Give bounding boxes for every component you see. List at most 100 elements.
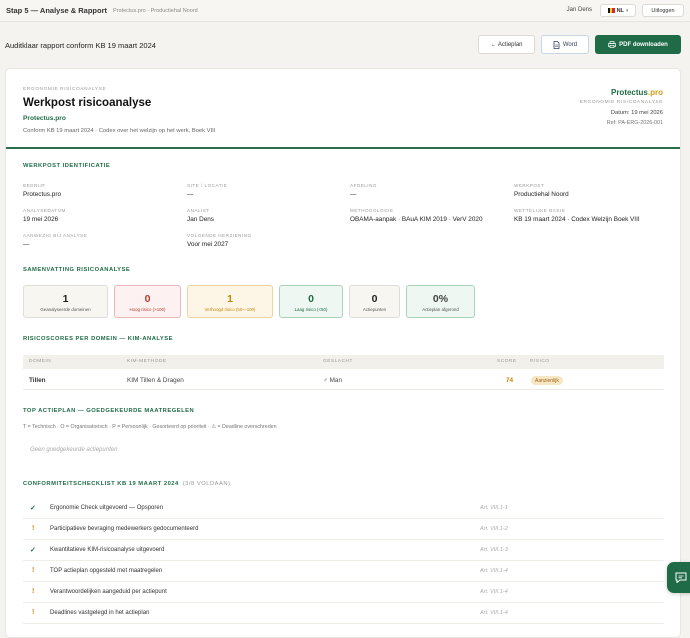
user-name: Jan Dens: [566, 7, 592, 13]
summary-value: 0: [144, 293, 151, 305]
belgium-flag-icon: [607, 8, 615, 13]
report-card: ERGONOMIE RISICOANALYSE Werkpost risicoa…: [5, 68, 681, 638]
summary-box-high-risk: 0 Hoog risico (>100): [114, 285, 181, 318]
field-value: Jan Dens: [187, 216, 214, 223]
field-label: VOLGENDE HERZIENING: [187, 233, 252, 238]
word-export-button[interactable]: Word: [541, 35, 589, 54]
checklist-article: Art. VIII.1-4: [480, 568, 508, 574]
logout-button[interactable]: Uitloggen: [642, 4, 684, 17]
summary-box-actionplan-done: 0% Actieplan afgerond: [406, 285, 475, 318]
step-title: Stap 5 — Analyse & Rapport: [6, 6, 107, 15]
section-checklist: CONFORMITEITSCHECKLIST KB 19 MAART 2024(…: [23, 481, 231, 487]
column-header: SCORE: [497, 359, 517, 364]
column-header: RISICO: [530, 359, 550, 364]
report-kicker: ERGONOMIE RISICOANALYSE: [23, 87, 107, 92]
language-label: NL: [616, 7, 624, 14]
section-identification: WERKPOST IDENTIFICATIE: [23, 163, 111, 169]
section-action-plan: TOP ACTIEPLAN — GOEDGEKEURDE MAATREGELEN: [23, 408, 195, 414]
checklist-item: ! Deadlines vastgelegd in het actieplan …: [23, 603, 664, 624]
report-brand: Protectus.pro: [23, 115, 66, 122]
cell-gender: ♂ Man: [323, 377, 343, 384]
field-label: SITE / LOCATIE: [187, 183, 228, 188]
document-icon: [553, 40, 560, 49]
word-label: Word: [562, 41, 578, 48]
pdf-download-button[interactable]: PDF downloaden: [595, 35, 681, 54]
summary-label: Geanalyseerde domeinen: [40, 307, 91, 312]
checklist-article: Art. VIII.1-1: [480, 505, 508, 511]
field-value: Productiehal Noord: [514, 191, 569, 198]
checklist-item: ! TOP actieplan opgesteld met maatregele…: [23, 561, 664, 582]
field-value: Voor mei 2027: [187, 241, 229, 248]
field-label: WETTELIJKE BASIS: [514, 208, 566, 213]
chat-button[interactable]: [667, 562, 690, 593]
summary-label: Hoog risico (>100): [129, 307, 166, 312]
field-label: BEDRIJF: [23, 183, 46, 188]
column-header: KIM-METHODE: [127, 359, 167, 364]
field-value: 19 mei 2026: [23, 216, 59, 223]
summary-label: Laag risico (<50): [294, 307, 328, 312]
summary-value: 1: [62, 293, 69, 305]
field-value: KB 19 maart 2024 · Codex Welzijn Boek VI…: [514, 216, 640, 223]
summary-box-elevated-risk: 1 Verhoogd risico (50—100): [187, 285, 273, 318]
language-selector[interactable]: NL ▾: [600, 4, 636, 17]
warning-icon: !: [32, 588, 35, 595]
empty-action-plan: Geen goedgekeurde actiepunten: [30, 447, 118, 453]
field-label: WERKPOST: [514, 183, 545, 188]
report-reference: Ref: PA-ERG-2026-001: [606, 120, 663, 126]
cell-score: 74: [506, 377, 514, 384]
scores-table-header: DOMEIN KIM-METHODE GESLACHT SCORE RISICO: [23, 355, 664, 369]
report-subtitle: Conform KB 19 maart 2024 · Codex over he…: [23, 128, 216, 134]
summary-label: Verhoogd risico (50—100): [204, 307, 256, 312]
summary-value: 1: [227, 293, 233, 305]
checklist-item: ! Participatieve bevraging medewerkers g…: [23, 519, 664, 540]
summary-box-low-risk: 0 Laag risico (<50): [279, 285, 343, 318]
report-title: Werkpost risicoanalyse: [23, 97, 152, 109]
cell-method: KIM Tillen & Dragen: [127, 377, 184, 384]
field-label: AANWEZIG BIJ ANALYSE: [23, 233, 88, 238]
check-icon: ✓: [30, 505, 36, 512]
step-subtitle: Protectus.pro · Productiehal Noord: [113, 7, 198, 14]
checklist-item: ! Verantwoordelijken aangeduid per actie…: [23, 582, 664, 603]
checklist-article: Art. VIII.1-2: [480, 526, 508, 532]
field-value: —: [350, 191, 357, 198]
pdf-label: PDF downloaden: [619, 41, 668, 48]
chevron-down-icon: ▾: [625, 7, 629, 14]
checklist-article: Art. VIII.1-4: [480, 610, 508, 616]
column-header: GESLACHT: [323, 359, 353, 364]
field-value: —: [23, 241, 30, 248]
checklist-label: Participatieve bevraging medewerkers ged…: [50, 526, 199, 532]
top-bar: Stap 5 — Analyse & Rapport Protectus.pro…: [0, 0, 690, 22]
checklist-label: Kwantitatieve KIM-risicoanalyse uitgevoe…: [50, 547, 165, 553]
summary-label: Actieplan afgerond: [422, 307, 459, 312]
summary-box-actions: 0 Actiepunten: [349, 285, 400, 318]
brand-kicker: ERGONOMIE RISICOANALYSE: [579, 100, 663, 105]
field-value: Protectus.pro: [23, 191, 62, 198]
printer-icon: [608, 41, 617, 48]
brand-logo: Protectus.pro: [610, 88, 663, 97]
summary-label: Actiepunten: [362, 307, 387, 312]
check-icon: ✓: [30, 547, 36, 554]
checklist-article: Art. VIII.1-3: [480, 547, 508, 553]
field-value: OBAMA-aanpak · BAuA KIM 2019 · VerV 2020: [350, 216, 483, 223]
checklist-label: Deadlines vastgelegd in het actieplan: [50, 610, 150, 616]
checklist-label: TOP actieplan opgesteld met maatregelen: [50, 568, 163, 574]
checklist-label: Verantwoordelijken aangeduid per actiepu…: [50, 589, 167, 595]
page-title: Auditklaar rapport conform KB 19 maart 2…: [5, 41, 156, 50]
summary-value: 0%: [432, 293, 449, 305]
warning-icon: !: [32, 567, 35, 574]
cell-domain: Tillen: [29, 377, 46, 384]
field-label: ANALYSEDATUM: [23, 208, 66, 213]
row-divider: [23, 389, 664, 390]
back-to-actionplan-button[interactable]: ← Actieplan: [478, 35, 535, 54]
section-summary: SAMENVATTING RISICOANALYSE: [23, 267, 131, 273]
action-plan-legend: T = Technisch · O = Organisatorisch · P …: [23, 424, 277, 430]
risk-badge: Aanzienlijk: [531, 376, 563, 385]
field-value: —: [187, 191, 194, 198]
field-label: AFDELING: [350, 183, 377, 188]
checklist-item: ✓ Kwantitatieve KIM-risicoanalyse uitgev…: [23, 540, 664, 561]
column-header: DOMEIN: [29, 359, 52, 364]
checklist-label: Ergonomie Check uitgevoerd — Opsporen: [50, 505, 164, 511]
section-risk-scores: RISICOSCORES PER DOMEIN — KIM-ANALYSE: [23, 336, 174, 342]
summary-value: 0: [308, 293, 314, 305]
warning-icon: !: [32, 609, 35, 616]
